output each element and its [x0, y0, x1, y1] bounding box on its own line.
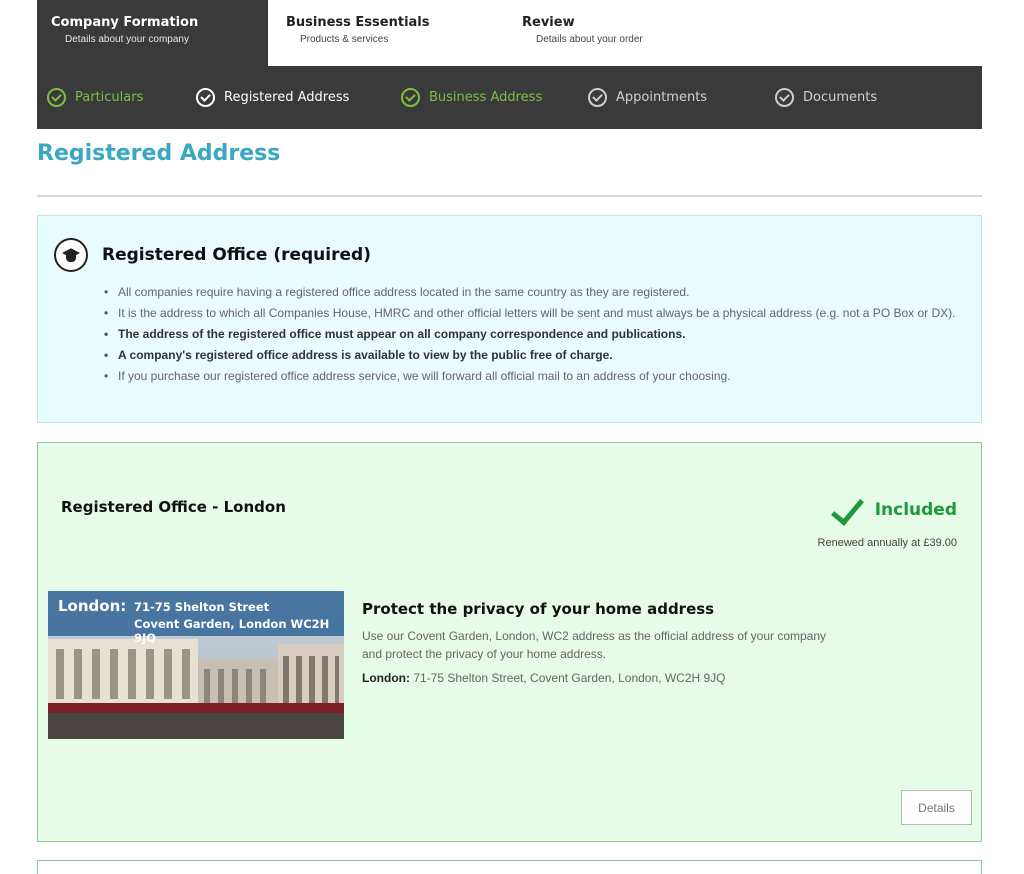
step-subtitle: Details about your company	[65, 34, 189, 45]
address-label: London:	[362, 671, 410, 685]
divider	[37, 195, 982, 197]
substep-documents[interactable]: Documents	[775, 88, 877, 107]
product-name: Registered Office - London	[61, 498, 286, 516]
photo-address-line1: 71-75 Shelton Street	[134, 600, 270, 614]
checkmark-icon	[833, 495, 863, 525]
substep-business-address[interactable]: Business Address	[401, 88, 542, 107]
office-photo: London: 71-75 Shelton Street Covent Gard…	[48, 591, 344, 739]
next-product-card	[37, 860, 982, 874]
included-status: Included	[833, 495, 957, 525]
info-bullet: A company's registered office address is…	[104, 347, 965, 364]
check-circle-icon	[401, 88, 420, 107]
step-subtitle: Details about your order	[536, 34, 643, 45]
check-circle-icon	[196, 88, 215, 107]
step-tab-business-essentials[interactable]: Business Essentials Products & services	[268, 0, 504, 66]
check-circle-icon	[47, 88, 66, 107]
step-title: Business Essentials	[286, 15, 430, 30]
photo-address-line2: Covent Garden, London WC2H 9JQ	[134, 617, 330, 645]
check-circle-icon	[775, 88, 794, 107]
substep-registered-address[interactable]: Registered Address	[196, 88, 349, 107]
substep-label: Documents	[803, 90, 878, 105]
info-bullet: It is the address to which all Companies…	[104, 305, 965, 322]
substep-bar: Particulars Registered Address Business …	[37, 66, 982, 129]
office-address: London: 71-75 Shelton Street, Covent Gar…	[362, 671, 726, 685]
step-subtitle: Products & services	[300, 34, 389, 45]
check-circle-icon	[588, 88, 607, 107]
info-bullet: All companies require having a registere…	[104, 284, 965, 301]
renewal-price: Renewed annually at £39.00	[817, 537, 957, 549]
substep-label: Particulars	[75, 90, 144, 105]
substep-label: Registered Address	[224, 90, 350, 105]
product-card: Registered Office - London Included Rene…	[37, 442, 982, 842]
address-value: 71-75 Shelton Street, Covent Garden, Lon…	[409, 671, 726, 685]
info-list: All companies require having a registere…	[54, 284, 965, 385]
substep-particulars[interactable]: Particulars	[47, 88, 143, 107]
photo-city: London:	[58, 597, 127, 615]
info-bullet: If you purchase our registered office ad…	[104, 368, 965, 385]
step-tab-company-formation[interactable]: Company Formation Details about your com…	[37, 0, 268, 66]
step-title: Review	[522, 15, 575, 30]
info-title: Registered Office (required)	[102, 245, 371, 265]
step-title: Company Formation	[51, 15, 199, 30]
info-box: Registered Office (required) All compani…	[37, 215, 982, 423]
included-label: Included	[874, 500, 957, 520]
info-header: Registered Office (required)	[54, 238, 965, 272]
page-title: Registered Address	[37, 141, 281, 166]
info-bullet: The address of the registered office mus…	[104, 326, 965, 343]
substep-appointments[interactable]: Appointments	[588, 88, 707, 107]
substep-label: Appointments	[616, 90, 708, 105]
details-button[interactable]: Details	[901, 790, 972, 825]
promo-title: Protect the privacy of your home address	[362, 600, 715, 618]
substep-label: Business Address	[429, 90, 543, 105]
graduation-cap-icon	[54, 238, 88, 272]
step-tabs: Company Formation Details about your com…	[37, 0, 982, 66]
step-tab-review[interactable]: Review Details about your order	[504, 0, 804, 66]
promo-text: Use our Covent Garden, London, WC2 addre…	[362, 629, 827, 661]
